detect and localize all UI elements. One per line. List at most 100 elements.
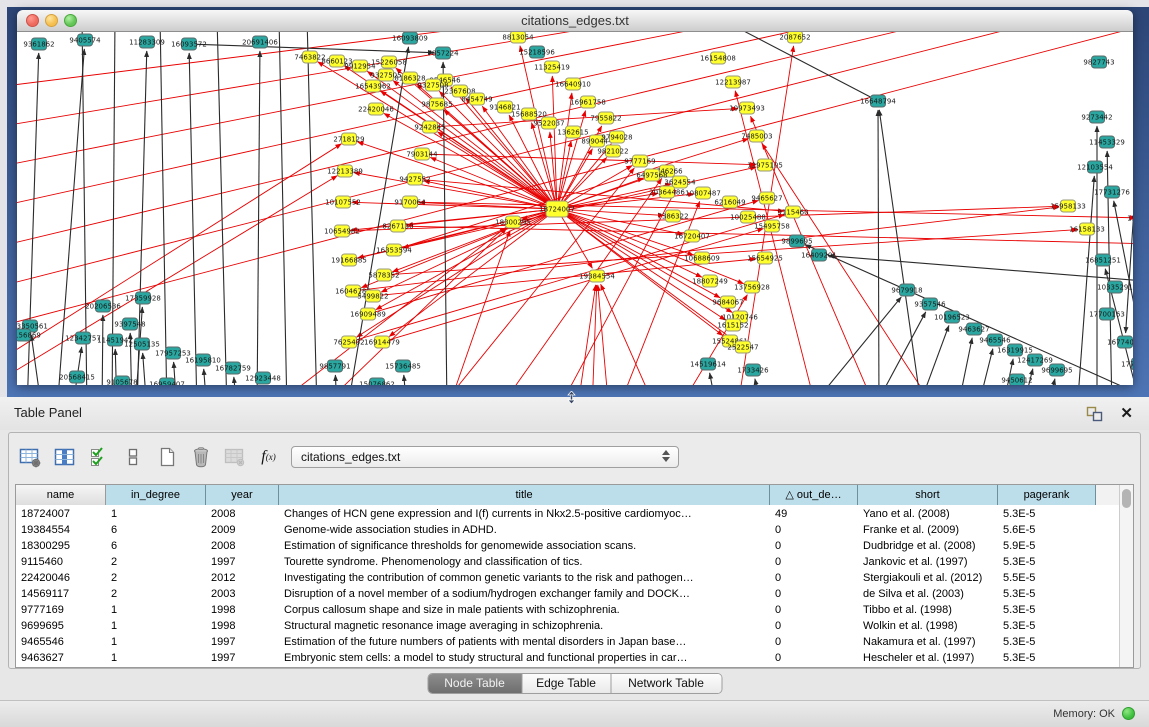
- scrollbar-thumb[interactable]: [1122, 489, 1131, 508]
- table-row[interactable]: 1830029562008Estimation of significance …: [16, 538, 1121, 554]
- table-cell[interactable]: 5.9E-5: [998, 538, 1096, 554]
- table-cell[interactable]: 0: [770, 554, 858, 570]
- table-cell[interactable]: 1998: [206, 618, 279, 634]
- table-row[interactable]: 946362711997Embryonic stem cells: a mode…: [16, 650, 1121, 666]
- network-edge[interactable]: [354, 173, 549, 208]
- table-cell[interactable]: 0: [770, 538, 858, 554]
- network-edge[interactable]: [755, 379, 762, 385]
- column-header-in_degree[interactable]: in_degree: [106, 485, 206, 505]
- table-cell[interactable]: Changes of HCN gene expression and I(f) …: [279, 506, 770, 522]
- table-row[interactable]: 2242004622012Investigating the contribut…: [16, 570, 1121, 586]
- table-cell[interactable]: Jankovic et al. (1997): [858, 554, 998, 570]
- table-cell[interactable]: 0: [770, 602, 858, 618]
- row-selection-icon[interactable]: [119, 443, 146, 471]
- network-edge[interactable]: [404, 375, 407, 385]
- memory-status-indicator[interactable]: [1122, 707, 1135, 720]
- network-edge[interactable]: [234, 377, 237, 385]
- table-cell[interactable]: 9777169: [16, 602, 106, 618]
- table-cell[interactable]: 0: [770, 570, 858, 586]
- table-cell[interactable]: Investigating the contribution of common…: [279, 570, 770, 586]
- window-titlebar[interactable]: citations_edges.txt: [17, 10, 1133, 32]
- table-cell[interactable]: 1: [106, 634, 206, 650]
- table-cell[interactable]: 2: [106, 570, 206, 586]
- show-column-icon[interactable]: [51, 443, 78, 471]
- table-cell[interactable]: 0: [770, 618, 858, 634]
- create-column-icon[interactable]: [153, 443, 180, 471]
- tab-node-table[interactable]: Node Table: [428, 674, 522, 693]
- table-cell[interactable]: 2012: [206, 570, 279, 586]
- table-cell[interactable]: 5.3E-5: [998, 506, 1096, 522]
- table-cell[interactable]: 1: [106, 506, 206, 522]
- table-cell[interactable]: Wolkin et al. (1998): [858, 618, 998, 634]
- network-edge[interactable]: [438, 132, 551, 205]
- table-cell[interactable]: 5.6E-5: [998, 522, 1096, 538]
- table-row[interactable]: 1456911722003Disruption of a novel membe…: [16, 586, 1121, 602]
- zoom-window-button[interactable]: [64, 14, 77, 27]
- vertical-scrollbar[interactable]: [1119, 485, 1133, 667]
- network-edge[interactable]: [957, 338, 972, 385]
- table-cell[interactable]: 2009: [206, 522, 279, 538]
- close-panel-icon[interactable]: ✕: [1120, 404, 1133, 422]
- network-edge[interactable]: [17, 32, 1133, 327]
- table-cell[interactable]: Yano et al. (2008): [858, 506, 998, 522]
- table-cell[interactable]: Hescheler et al. (1997): [858, 650, 998, 666]
- table-cell[interactable]: 5.3E-5: [998, 602, 1096, 618]
- column-header-title[interactable]: title: [279, 485, 770, 505]
- network-edge[interactable]: [917, 325, 949, 385]
- table-cell[interactable]: 9465546: [16, 634, 106, 650]
- table-selector-dropdown[interactable]: citations_edges.txt: [291, 446, 679, 468]
- table-cell[interactable]: Franke et al. (2009): [858, 522, 998, 538]
- network-edge[interactable]: [217, 32, 227, 385]
- table-cell[interactable]: 0: [770, 522, 858, 538]
- table-row[interactable]: 977716911998Corpus callosum shape and si…: [16, 602, 1121, 618]
- table-cell[interactable]: Estimation of significance thresholds fo…: [279, 538, 770, 554]
- network-edge[interactable]: [102, 315, 103, 385]
- network-edge[interactable]: [565, 209, 664, 215]
- table-cell[interactable]: 5.3E-5: [998, 554, 1096, 570]
- table-cell[interactable]: 6: [106, 522, 206, 538]
- table-cell[interactable]: 1: [106, 602, 206, 618]
- column-header-pagerank[interactable]: pagerank: [998, 485, 1096, 505]
- column-header-out_de[interactable]: △ out_de…: [770, 485, 858, 505]
- table-cell[interactable]: Tibbo et al. (1998): [858, 602, 998, 618]
- select-all-icon[interactable]: [85, 443, 112, 471]
- network-edge[interactable]: [335, 375, 337, 385]
- table-cell[interactable]: 22420046: [16, 570, 106, 586]
- table-cell[interactable]: 18724007: [16, 506, 106, 522]
- table-cell[interactable]: 1997: [206, 634, 279, 650]
- table-cell[interactable]: 14569117: [16, 586, 106, 602]
- table-row[interactable]: 946554611997Estimation of the future num…: [16, 634, 1121, 650]
- network-edge[interactable]: [307, 32, 317, 385]
- network-edge[interactable]: [592, 285, 597, 385]
- table-row[interactable]: 911546021997Tourette syndrome. Phenomeno…: [16, 554, 1121, 570]
- network-edge[interactable]: [137, 51, 147, 385]
- table-cell[interactable]: 6: [106, 538, 206, 554]
- network-edge[interactable]: [347, 47, 409, 385]
- network-edge[interactable]: [1047, 379, 1055, 385]
- network-edge[interactable]: [879, 110, 922, 385]
- table-cell[interactable]: 2008: [206, 538, 279, 554]
- table-cell[interactable]: 0: [770, 634, 858, 650]
- column-header-year[interactable]: year: [206, 485, 279, 505]
- table-cell[interactable]: Nakamura et al. (1997): [858, 634, 998, 650]
- network-edge[interactable]: [257, 51, 260, 385]
- table-row[interactable]: 1938455462009Genome-wide association stu…: [16, 522, 1121, 538]
- network-edge[interactable]: [418, 202, 1133, 218]
- column-header-name[interactable]: name: [16, 485, 106, 505]
- table-cell[interactable]: 1: [106, 618, 206, 634]
- network-edge[interactable]: [438, 109, 738, 127]
- network-edge[interactable]: [447, 231, 510, 385]
- table-cell[interactable]: Dudbridge et al. (2008): [858, 538, 998, 554]
- table-cell[interactable]: 1: [106, 650, 206, 666]
- table-cell[interactable]: 2008: [206, 506, 279, 522]
- table-cell[interactable]: Corpus callosum shape and size in male p…: [279, 602, 770, 618]
- table-cell[interactable]: Estimation of the future numbers of pati…: [279, 634, 770, 650]
- table-cell[interactable]: 1997: [206, 554, 279, 570]
- delete-column-icon[interactable]: [187, 443, 214, 471]
- network-canvas[interactable]: 1872400774638228660123991295415226058932…: [17, 32, 1133, 385]
- tab-edge-table[interactable]: Edge Table: [522, 674, 611, 693]
- table-row[interactable]: 1872400712008Changes of HCN gene express…: [16, 506, 1121, 522]
- table-cell[interactable]: 9115460: [16, 554, 106, 570]
- tab-network-table[interactable]: Network Table: [611, 674, 721, 693]
- table-cell[interactable]: 5.5E-5: [998, 570, 1096, 586]
